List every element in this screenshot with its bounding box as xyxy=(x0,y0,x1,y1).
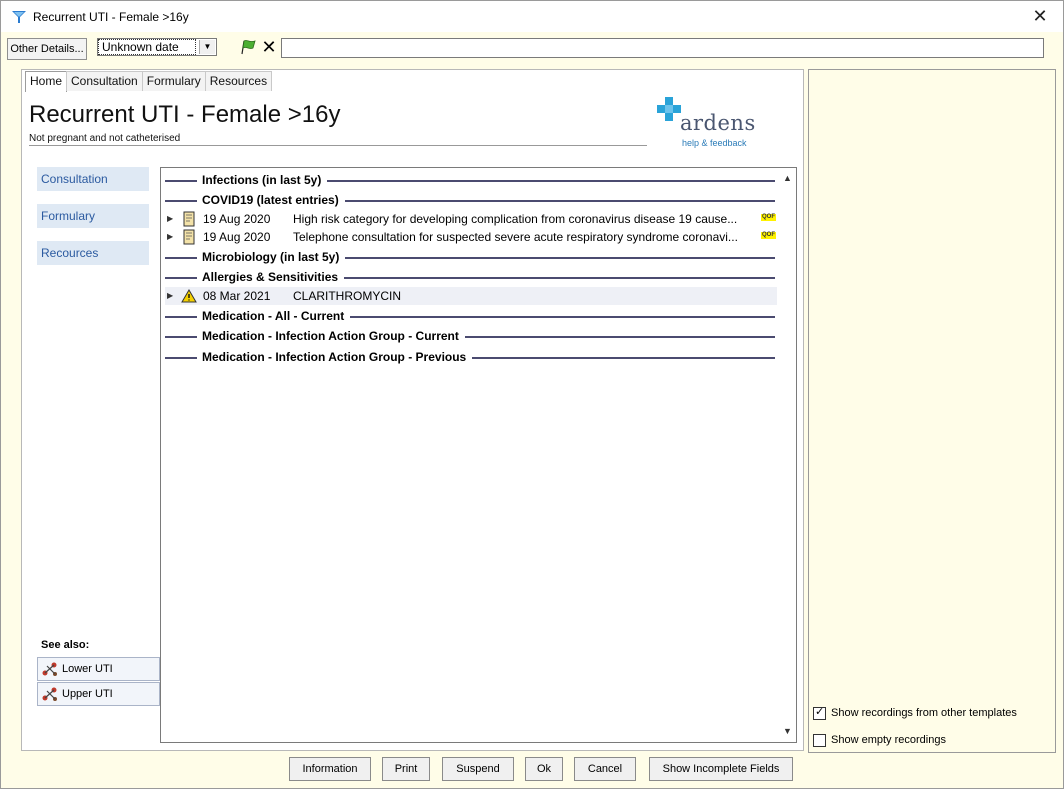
page-title: Recurrent UTI - Female >16y xyxy=(29,101,341,128)
see-also-upper-uti[interactable]: Upper UTI xyxy=(37,682,160,706)
green-flag-icon[interactable] xyxy=(239,39,257,55)
date-dropdown[interactable]: Unknown date ▼ xyxy=(97,38,217,56)
free-text-input[interactable] xyxy=(281,38,1044,58)
app-logo-icon xyxy=(12,10,26,23)
scroll-down-icon[interactable]: ▼ xyxy=(779,723,796,740)
tab-resources[interactable]: Resources xyxy=(204,71,273,91)
tab-bar: Home Consultation Formulary Resources xyxy=(25,71,273,92)
right-panel xyxy=(808,69,1056,753)
show-empty-checkbox[interactable] xyxy=(813,733,826,747)
section-header: Medication - Infection Action Group - Pr… xyxy=(165,349,775,365)
section-header: Microbiology (in last 5y) xyxy=(165,249,775,265)
entry-text: High risk category for developing compli… xyxy=(293,212,738,226)
information-button[interactable]: Information xyxy=(289,757,371,781)
other-details-button[interactable]: Other Details... xyxy=(7,38,87,60)
template-link-icon xyxy=(42,687,57,701)
allergy-warning-icon xyxy=(181,289,197,303)
tab-formulary[interactable]: Formulary xyxy=(141,71,206,91)
vertical-scrollbar[interactable]: ▲ ▼ xyxy=(779,168,796,742)
tab-home[interactable]: Home xyxy=(25,71,68,92)
section-header: COVID19 (latest entries) xyxy=(165,192,775,208)
document-icon xyxy=(183,211,195,227)
page-subtitle: Not pregnant and not catheterised xyxy=(29,133,181,144)
footer-bar: Information Print Suspend Ok Cancel Show… xyxy=(21,751,1061,787)
tree-row[interactable]: ▶ 19 Aug 2020 Telephone consultation for… xyxy=(165,228,777,246)
side-nav: Consultation Formulary Recources xyxy=(37,167,149,278)
section-header: Medication - All - Current xyxy=(165,308,775,324)
chevron-down-icon[interactable]: ▼ xyxy=(199,40,215,54)
show-empty-row[interactable]: Show empty recordings xyxy=(813,732,946,748)
title-divider xyxy=(29,145,647,146)
see-also-lower-uti[interactable]: Lower UTI xyxy=(37,657,160,681)
show-other-templates-label: Show recordings from other templates xyxy=(831,707,1017,719)
see-also-label: See also: xyxy=(41,639,90,651)
template-window: Recurrent UTI - Female >16y ✕ Other Deta… xyxy=(0,0,1064,789)
show-other-templates-checkbox[interactable]: ✓ xyxy=(813,705,826,720)
entry-date: 19 Aug 2020 xyxy=(203,212,271,226)
tree-row[interactable]: ▶ 08 Mar 2021 CLARITHROMYCIN xyxy=(165,287,777,305)
tab-consultation[interactable]: Consultation xyxy=(66,71,143,91)
date-value: Unknown date xyxy=(98,39,196,55)
tree-row[interactable]: ▶ 19 Aug 2020 High risk category for dev… xyxy=(165,210,777,228)
qof-badge: QOF xyxy=(761,232,776,239)
expand-icon[interactable]: ▶ xyxy=(167,287,173,305)
show-other-templates-row[interactable]: ✓ Show recordings from other templates xyxy=(813,705,1017,721)
cancel-button[interactable]: Cancel xyxy=(574,757,636,781)
expand-icon[interactable]: ▶ xyxy=(167,210,173,228)
qof-badge: QOF xyxy=(761,214,776,221)
clear-icon[interactable]: ✕ xyxy=(260,37,278,57)
entry-text: Telephone consultation for suspected sev… xyxy=(293,230,738,244)
close-button[interactable]: ✕ xyxy=(1029,6,1051,26)
nav-consultation[interactable]: Consultation xyxy=(37,167,149,191)
nav-formulary[interactable]: Formulary xyxy=(37,204,149,228)
ok-button[interactable]: Ok xyxy=(525,757,563,781)
document-icon xyxy=(183,229,195,245)
title-bar: Recurrent UTI - Female >16y ✕ xyxy=(1,1,1063,32)
recordings-tree[interactable]: ▲ ▼ Infections (in last 5y) COVID19 (lat… xyxy=(160,167,797,743)
help-feedback-link[interactable]: help & feedback xyxy=(682,138,747,148)
section-header: Allergies & Sensitivities xyxy=(165,269,775,285)
section-header: Infections (in last 5y) xyxy=(165,172,775,188)
show-empty-label: Show empty recordings xyxy=(831,734,946,746)
toolbar: Other Details... Unknown date ▼ ✕ xyxy=(1,32,1063,64)
scroll-up-icon[interactable]: ▲ xyxy=(779,170,796,187)
print-button[interactable]: Print xyxy=(382,757,430,781)
entry-text: CLARITHROMYCIN xyxy=(293,289,402,303)
checkmark-icon: ✓ xyxy=(815,705,825,718)
show-incomplete-fields-button[interactable]: Show Incomplete Fields xyxy=(649,757,793,781)
logo-wordmark: ardens xyxy=(680,111,756,135)
see-also-item-label: Lower UTI xyxy=(62,663,113,675)
window-title: Recurrent UTI - Female >16y xyxy=(33,9,189,24)
see-also-item-label: Upper UTI xyxy=(62,688,113,700)
suspend-button[interactable]: Suspend xyxy=(442,757,514,781)
expand-icon[interactable]: ▶ xyxy=(167,228,173,246)
entry-date: 19 Aug 2020 xyxy=(203,230,271,244)
entry-date: 08 Mar 2021 xyxy=(203,289,271,303)
nav-resources[interactable]: Recources xyxy=(37,241,149,265)
template-link-icon xyxy=(42,662,57,676)
section-header: Medication - Infection Action Group - Cu… xyxy=(165,328,775,344)
